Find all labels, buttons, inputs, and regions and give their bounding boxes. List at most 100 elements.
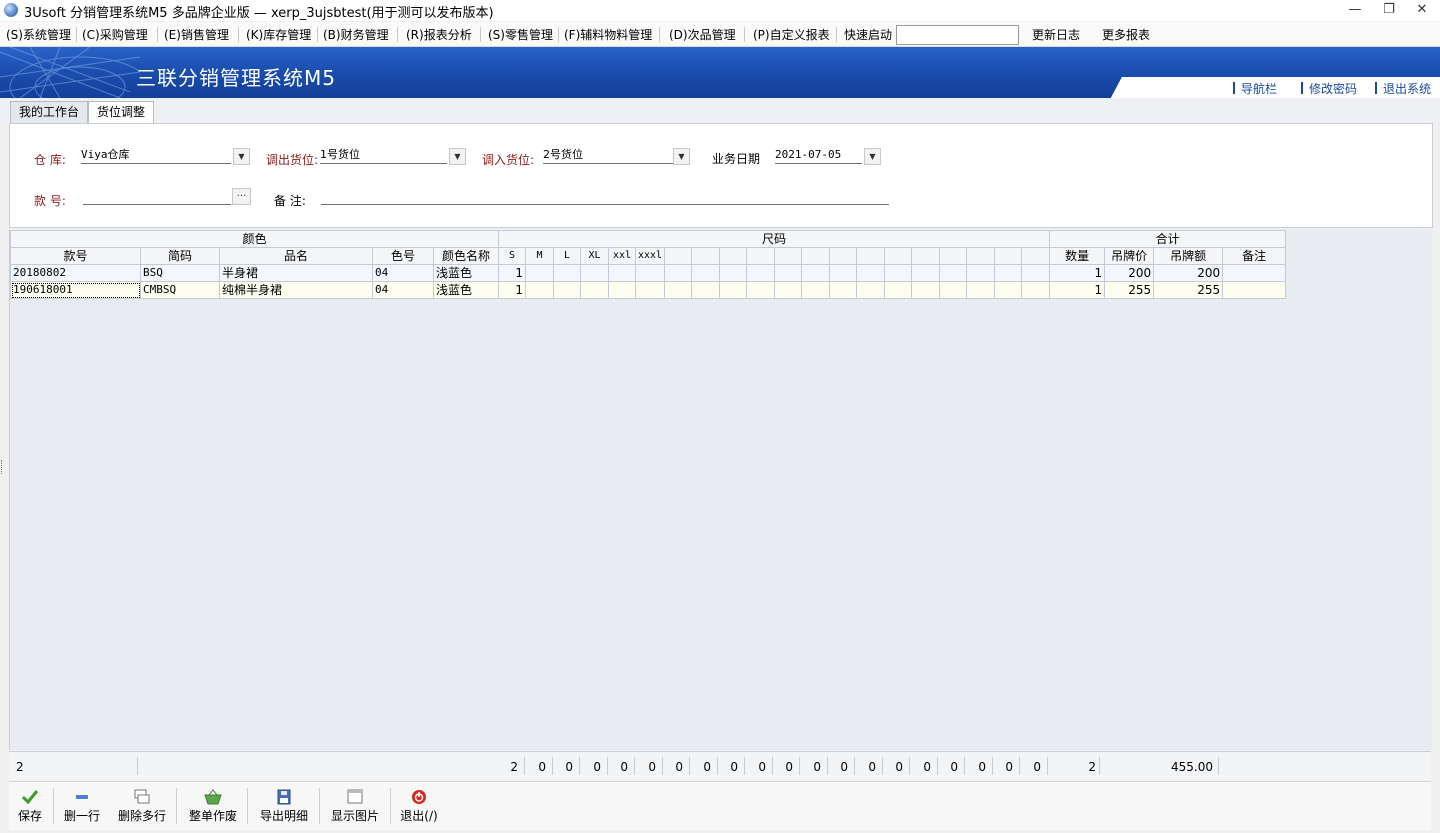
- table-cell[interactable]: [691, 264, 721, 282]
- column-header[interactable]: [1021, 247, 1051, 265]
- column-header[interactable]: xxl: [608, 247, 636, 265]
- chevron-down-icon[interactable]: ▼: [673, 148, 690, 165]
- delete-rows-button[interactable]: 删除多行: [113, 784, 171, 828]
- table-cell[interactable]: [746, 264, 776, 282]
- table-cell[interactable]: [746, 281, 776, 299]
- tab-workbench[interactable]: 我的工作台: [10, 101, 89, 123]
- column-header[interactable]: 备注: [1222, 247, 1287, 265]
- menu-defects[interactable]: (D)次品管理: [669, 26, 736, 43]
- column-header[interactable]: xxxl: [634, 247, 666, 265]
- table-cell[interactable]: [664, 281, 693, 299]
- table-cell[interactable]: 190618001: [10, 281, 141, 299]
- table-row[interactable]: 190618001 CMBSQ 纯棉半身裙 04 浅蓝色 1 1 255 255: [10, 281, 1287, 299]
- table-cell[interactable]: [911, 281, 941, 299]
- table-cell[interactable]: [966, 264, 996, 282]
- column-header[interactable]: [966, 247, 996, 265]
- column-header[interactable]: [939, 247, 968, 265]
- table-cell[interactable]: [664, 264, 693, 282]
- detail-grid[interactable]: 颜色 尺码 合计 款号 简码 品名 色号 颜色名称 S M L XL xxl xxxl 数量 吊牌价 吊牌…: [9, 230, 1432, 750]
- column-header[interactable]: 吊牌价: [1104, 247, 1155, 265]
- table-cell[interactable]: 20180802: [10, 264, 141, 282]
- table-cell[interactable]: [580, 281, 609, 299]
- table-cell[interactable]: [553, 281, 581, 299]
- more-reports-link[interactable]: 更多报表: [1102, 26, 1150, 43]
- table-cell[interactable]: [939, 281, 968, 299]
- table-cell[interactable]: 浅蓝色: [433, 264, 499, 282]
- remark-input[interactable]: [321, 189, 889, 205]
- in-location-select[interactable]: 2号货位: [543, 148, 673, 164]
- column-header[interactable]: M: [525, 247, 554, 265]
- column-header[interactable]: [829, 247, 858, 265]
- table-cell[interactable]: [856, 264, 886, 282]
- column-header[interactable]: 色号: [372, 247, 434, 265]
- table-cell[interactable]: 1: [1049, 281, 1106, 299]
- table-cell[interactable]: [911, 264, 941, 282]
- table-cell[interactable]: [719, 281, 748, 299]
- restore-button[interactable]: ❐: [1376, 1, 1402, 19]
- table-cell[interactable]: 1: [498, 281, 526, 299]
- export-detail-button[interactable]: 导出明细: [255, 784, 313, 828]
- table-cell[interactable]: [939, 264, 968, 282]
- column-header[interactable]: [911, 247, 941, 265]
- column-header[interactable]: [664, 247, 693, 265]
- table-cell[interactable]: [525, 281, 554, 299]
- column-header[interactable]: 吊牌额: [1153, 247, 1224, 265]
- minimize-button[interactable]: —: [1342, 1, 1368, 19]
- table-cell[interactable]: [691, 281, 721, 299]
- table-cell[interactable]: [525, 264, 554, 282]
- save-button[interactable]: 保存: [13, 784, 47, 828]
- table-cell[interactable]: 半身裙: [219, 264, 373, 282]
- close-button[interactable]: ✕: [1409, 1, 1435, 19]
- table-cell[interactable]: 200: [1104, 264, 1155, 282]
- table-cell[interactable]: [634, 281, 666, 299]
- menu-purchase[interactable]: (C)采购管理: [82, 26, 148, 43]
- table-cell[interactable]: [553, 264, 581, 282]
- chevron-down-icon[interactable]: ▼: [449, 148, 466, 165]
- menu-reports[interactable]: (R)报表分析: [406, 26, 472, 43]
- menu-system[interactable]: (S)系统管理: [6, 26, 71, 43]
- browse-button[interactable]: ···: [232, 188, 251, 205]
- table-cell[interactable]: [829, 264, 858, 282]
- table-cell[interactable]: 纯棉半身裙: [219, 281, 373, 299]
- column-header[interactable]: 数量: [1049, 247, 1106, 265]
- table-cell[interactable]: [966, 281, 996, 299]
- table-cell[interactable]: [829, 281, 858, 299]
- column-header[interactable]: [884, 247, 913, 265]
- table-cell[interactable]: [1021, 264, 1051, 282]
- table-cell[interactable]: 1: [498, 264, 526, 282]
- table-cell[interactable]: CMBSQ: [140, 281, 220, 299]
- exit-system-link[interactable]: 退出系统: [1383, 80, 1431, 97]
- business-date-field[interactable]: 2021-07-05: [775, 148, 862, 164]
- table-cell[interactable]: [719, 264, 748, 282]
- out-location-select[interactable]: 1号货位: [320, 148, 447, 164]
- table-cell[interactable]: 浅蓝色: [433, 281, 499, 299]
- column-header[interactable]: L: [553, 247, 581, 265]
- table-cell[interactable]: 04: [372, 281, 434, 299]
- menu-materials[interactable]: (F)辅料物料管理: [564, 26, 652, 43]
- column-header[interactable]: [801, 247, 831, 265]
- table-row[interactable]: 20180802 BSQ 半身裙 04 浅蓝色 1 1 200 200: [10, 264, 1287, 282]
- table-cell[interactable]: 04: [372, 264, 434, 282]
- column-header[interactable]: 品名: [219, 247, 373, 265]
- splitter-handle[interactable]: [1, 460, 6, 474]
- table-cell[interactable]: [801, 281, 831, 299]
- table-cell[interactable]: [1222, 281, 1287, 299]
- menu-inventory[interactable]: (K)库存管理: [246, 26, 311, 43]
- table-cell[interactable]: [634, 264, 666, 282]
- table-cell[interactable]: [580, 264, 609, 282]
- menu-custom-reports[interactable]: (P)自定义报表: [753, 26, 830, 43]
- table-cell[interactable]: [884, 264, 913, 282]
- column-header[interactable]: S: [498, 247, 526, 265]
- table-cell[interactable]: 1: [1049, 264, 1106, 282]
- column-header[interactable]: [856, 247, 886, 265]
- delete-row-button[interactable]: 删一行: [59, 784, 105, 828]
- table-cell[interactable]: 255: [1153, 281, 1224, 299]
- table-cell[interactable]: 200: [1153, 264, 1224, 282]
- style-no-input[interactable]: [83, 189, 231, 205]
- column-header[interactable]: 颜色名称: [433, 247, 499, 265]
- table-cell[interactable]: [1021, 281, 1051, 299]
- column-header[interactable]: [719, 247, 748, 265]
- menu-sales[interactable]: (E)销售管理: [164, 26, 229, 43]
- chevron-down-icon[interactable]: ▼: [233, 148, 250, 165]
- table-cell[interactable]: [608, 281, 636, 299]
